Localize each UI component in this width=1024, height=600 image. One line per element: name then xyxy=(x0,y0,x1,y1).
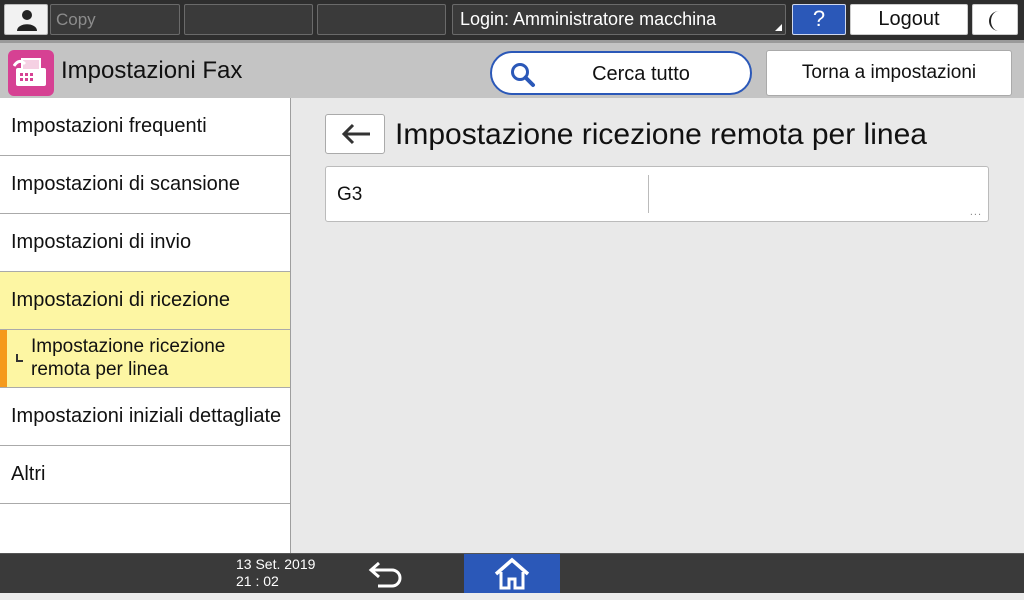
back-button[interactable] xyxy=(325,114,385,154)
sidebar-item-label: Impostazioni di invio xyxy=(11,231,192,253)
back-to-settings-button[interactable]: Torna a impostazioni xyxy=(766,50,1012,96)
user-icon xyxy=(17,10,37,31)
logout-label: Logout xyxy=(878,8,940,30)
more-options-icon: ... xyxy=(969,206,982,218)
login-label: Login: Amministratore macchina xyxy=(460,9,717,29)
login-status-button[interactable]: Login: Amministratore macchina xyxy=(452,4,786,35)
sidebar-item-label: Impostazioni di ricezione xyxy=(11,289,230,311)
app-header: Impostazioni Fax Cerca tutto Torna a imp… xyxy=(0,40,1024,98)
setting-row-label: G3 xyxy=(337,184,363,205)
sidebar-item-scan[interactable]: Impostazioni di scansione xyxy=(0,156,290,214)
search-all-button[interactable]: Cerca tutto xyxy=(490,51,752,95)
help-label: ? xyxy=(812,6,826,31)
sidebar-item-reception[interactable]: Impostazioni di ricezione xyxy=(0,272,290,330)
copy-app-button[interactable]: Copy xyxy=(50,4,180,35)
sidebar-item-label: Impostazioni frequenti xyxy=(11,115,207,137)
top-status-bar: Copy Login: Amministratore macchina ? Lo… xyxy=(0,0,1024,40)
tree-branch-icon xyxy=(16,354,23,362)
sidebar-item-frequent[interactable]: Impostazioni frequenti xyxy=(0,98,290,156)
logout-button[interactable]: Logout xyxy=(850,4,968,35)
sidebar-subitem-remote-reception[interactable]: Impostazione ricezione remota per linea xyxy=(0,330,290,388)
sidebar-item-label: Impostazioni iniziali dettagliate xyxy=(11,405,282,427)
row-divider xyxy=(648,175,649,213)
home-icon xyxy=(494,557,530,590)
empty-app-slot[interactable] xyxy=(184,4,313,35)
return-arrow-icon xyxy=(368,561,402,588)
time-label: 21 : 02 xyxy=(236,573,279,589)
page-title: Impostazione ricezione remota per linea xyxy=(395,118,927,151)
home-button[interactable] xyxy=(464,554,560,594)
sidebar-item-label: Impostazioni di scansione xyxy=(11,173,241,195)
settings-sidebar: Impostazioni frequenti Impostazioni di s… xyxy=(0,98,291,553)
copy-app-label: Copy xyxy=(56,10,96,29)
back-to-settings-label: Torna a impostazioni xyxy=(801,62,977,83)
expand-corner-icon xyxy=(775,24,782,31)
return-button[interactable] xyxy=(360,558,410,594)
empty-app-slot[interactable] xyxy=(317,4,446,35)
app-title: Impostazioni Fax xyxy=(61,57,243,84)
search-all-label: Cerca tutto xyxy=(592,63,690,85)
date-time-display: 13 Set. 2019 21 : 02 xyxy=(236,556,315,590)
sidebar-item-label: Impostazione ricezione remota per linea xyxy=(31,336,226,380)
fax-icon xyxy=(13,58,46,86)
energy-saver-button[interactable] xyxy=(972,4,1018,35)
fax-app-icon xyxy=(8,50,54,96)
setting-row-g3[interactable]: G3 ... xyxy=(325,166,989,222)
sidebar-item-others[interactable]: Altri xyxy=(0,446,290,504)
selected-marker xyxy=(0,330,7,387)
bottom-strip xyxy=(0,593,1024,600)
sidebar-item-initial-detailed[interactable]: Impostazioni iniziali dettagliate xyxy=(0,388,290,446)
moon-icon xyxy=(989,11,999,31)
help-button[interactable]: ? xyxy=(792,4,846,35)
date-label: 13 Set. 2019 xyxy=(236,556,316,572)
settings-content: Impostazione ricezione remota per linea … xyxy=(291,98,1024,553)
user-button[interactable] xyxy=(4,4,48,35)
sidebar-item-label: Altri xyxy=(11,463,46,485)
arrow-left-icon xyxy=(341,123,370,145)
sidebar-item-send[interactable]: Impostazioni di invio xyxy=(0,214,290,272)
